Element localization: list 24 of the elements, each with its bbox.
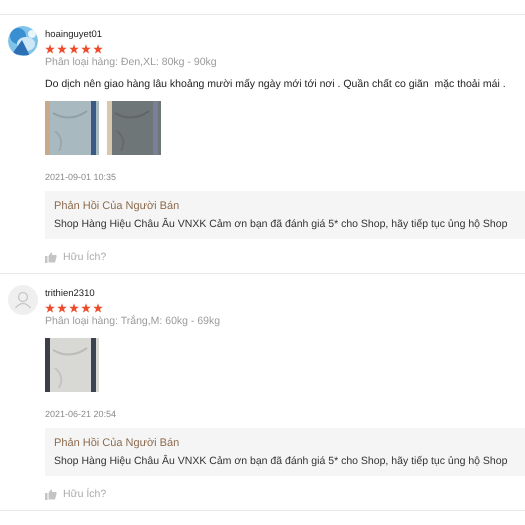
username[interactable]: trithien2310	[45, 287, 525, 300]
reply-text: Shop Hàng Hiệu Châu Âu VNXK Cảm ơn bạn đã đánh giá 5* cho Shop, hãy tiếp tục ủng hộ Shop	[54, 217, 508, 231]
star-icon	[57, 303, 67, 313]
thumbs-up-icon[interactable]	[45, 489, 57, 500]
reply-title: Phản Hồi Của Người Bán	[54, 436, 180, 450]
star-icon	[57, 44, 67, 54]
star-icon	[93, 44, 103, 54]
star-icon	[45, 303, 55, 313]
review-text: Do dịch nên giao hàng lâu khoảng mười mấy ngày mới tới nơi . Quần chất co giãn mặc thoải mái .	[45, 77, 507, 91]
review-date: 2021-09-01 10:35	[45, 172, 118, 183]
star-icon	[93, 303, 103, 313]
product-variant: Phân loại hàng: Đen,XL: 80kg - 90kg	[45, 56, 218, 69]
star-icon	[81, 303, 91, 313]
avatar-icon	[8, 285, 38, 315]
thumbs-up-icon[interactable]	[45, 252, 57, 263]
reply-title: Phản Hồi Của Người Bán	[54, 199, 180, 213]
star-icon	[81, 44, 91, 54]
star-icon	[69, 303, 79, 313]
review-date: 2021-06-21 20:54	[45, 409, 118, 420]
product-variant: Phân loại hàng: Trắng,M: 60kg - 69kg	[45, 315, 222, 328]
star-icon	[45, 44, 55, 54]
username[interactable]: hoainguyet01	[45, 28, 525, 41]
reply-text: Shop Hàng Hiệu Châu Âu VNXK Cảm ơn bạn đã đánh giá 5* cho Shop, hãy tiếp tục ủng hộ Shop	[54, 454, 508, 468]
star-icon	[69, 44, 79, 54]
